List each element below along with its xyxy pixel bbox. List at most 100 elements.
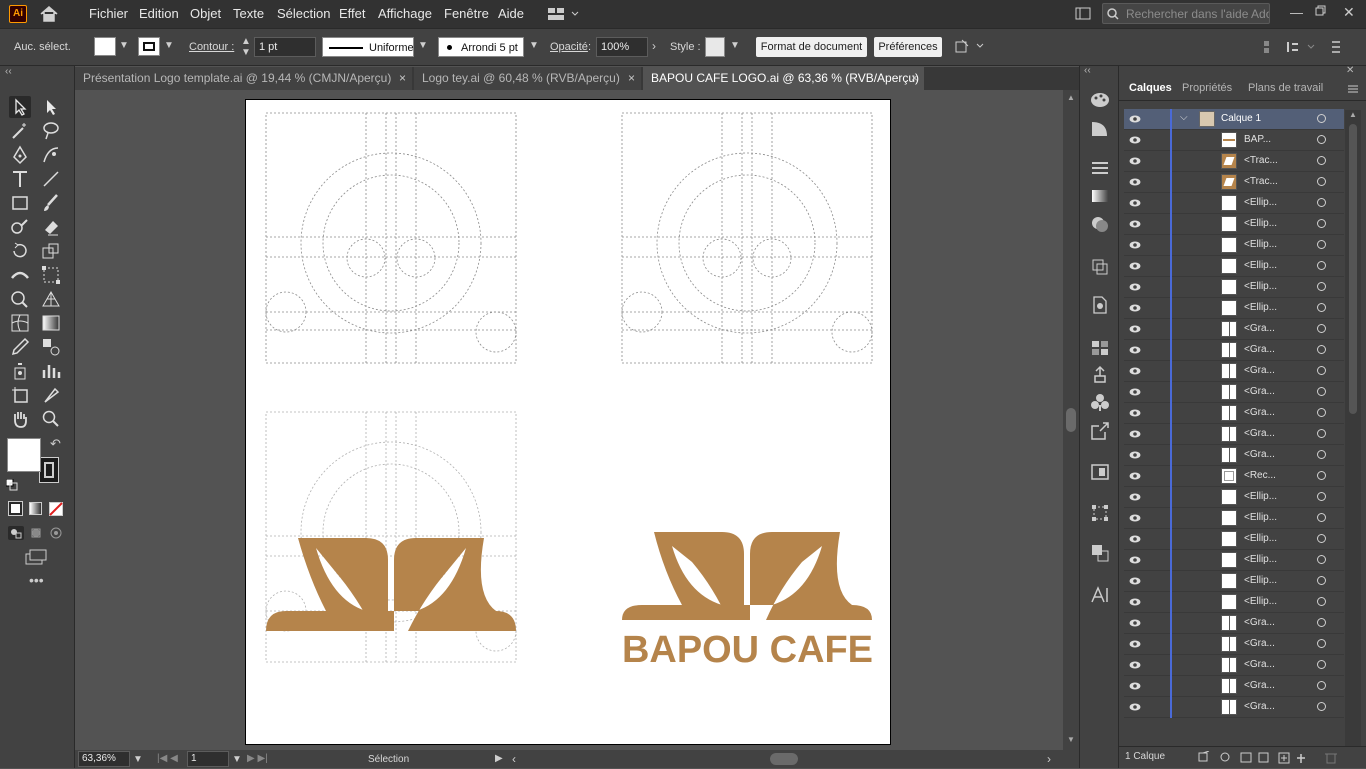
list-item[interactable]: <Ellip... [1124, 550, 1344, 571]
color-guide-icon[interactable] [1089, 118, 1111, 138]
hscroll-right-icon[interactable]: › [1047, 752, 1051, 766]
opacity-arrow-icon[interactable]: › [652, 39, 656, 53]
list-item[interactable]: <Gra... [1124, 655, 1344, 676]
visibility-eye-icon[interactable] [1129, 325, 1141, 333]
target-circle-icon[interactable] [1317, 471, 1326, 480]
hscroll-thumb[interactable] [770, 753, 798, 765]
eyedropper-icon[interactable] [9, 336, 31, 358]
visibility-eye-icon[interactable] [1129, 304, 1141, 312]
draw-behind-icon[interactable] [29, 526, 43, 540]
restore-icon[interactable] [1315, 5, 1327, 17]
layers-scroll-thumb[interactable] [1349, 124, 1357, 414]
screen-mode-icon[interactable] [24, 548, 48, 566]
menu-selection[interactable]: Sélection [277, 6, 330, 21]
column-graph-icon[interactable] [40, 360, 62, 382]
target-circle-icon[interactable] [1317, 282, 1326, 291]
opacity-label[interactable]: Opacité [550, 41, 588, 53]
target-circle-icon[interactable] [1317, 450, 1326, 459]
visibility-eye-icon[interactable] [1129, 367, 1141, 375]
document-setup-button[interactable]: Format de document [756, 37, 867, 57]
visibility-eye-icon[interactable] [1129, 409, 1141, 417]
shaper-tool-icon[interactable] [9, 216, 31, 238]
menu-affichage[interactable]: Affichage [378, 6, 432, 21]
target-circle-icon[interactable] [1317, 114, 1326, 123]
visibility-eye-icon[interactable] [1129, 346, 1141, 354]
zoom-dropdown-icon[interactable]: ▼ [133, 754, 143, 765]
close-tab-icon[interactable]: × [399, 71, 406, 85]
tab-presentation-logo[interactable]: Présentation Logo template.ai @ 19,44 % … [75, 67, 412, 90]
stroke-panel-icon[interactable] [1089, 158, 1111, 178]
brush-dropdown-icon[interactable]: ▼ [529, 40, 539, 51]
visibility-eye-icon[interactable] [1129, 661, 1141, 669]
menu-edition[interactable]: Edition [139, 6, 179, 21]
target-circle-icon[interactable] [1317, 618, 1326, 627]
export-icon[interactable] [1089, 420, 1111, 442]
contour-label[interactable]: Contour : [189, 41, 234, 53]
shape-builder-icon[interactable] [9, 288, 31, 310]
tab-proprietes[interactable]: Propriétés [1182, 82, 1232, 94]
visibility-eye-icon[interactable] [1129, 514, 1141, 522]
pathfinder-icon[interactable] [1089, 542, 1111, 564]
tab-logo-tey[interactable]: Logo tey.ai @ 60,48 % (RVB/Aperçu) × [414, 67, 641, 90]
visibility-eye-icon[interactable] [1129, 136, 1141, 144]
arrange-icon[interactable] [954, 38, 988, 56]
slice-tool-icon[interactable] [40, 384, 62, 406]
collapse-toolbar-icon[interactable]: ‹‹ [5, 66, 12, 77]
target-circle-icon[interactable] [1317, 198, 1326, 207]
gradient-tool-icon[interactable] [40, 312, 62, 334]
pen-tool-icon[interactable] [9, 144, 31, 166]
visibility-eye-icon[interactable] [1129, 283, 1141, 291]
blend-tool-icon[interactable] [40, 336, 62, 358]
visibility-eye-icon[interactable] [1129, 619, 1141, 627]
canvas-vertical-scrollbar[interactable]: ▲ ▼ [1063, 90, 1079, 750]
minimize-icon[interactable]: — [1290, 5, 1303, 20]
transform-panel-icon[interactable] [1089, 502, 1111, 524]
list-item[interactable]: <Ellip... [1124, 571, 1344, 592]
hscroll-left-icon[interactable]: ‹ [512, 752, 516, 766]
list-item[interactable]: <Gra... [1124, 340, 1344, 361]
direct-selection-tool[interactable] [40, 96, 62, 118]
menu-fichier[interactable]: Fichier [89, 6, 128, 21]
visibility-eye-icon[interactable] [1129, 199, 1141, 207]
list-item[interactable]: <Gra... [1124, 403, 1344, 424]
collapse-panels-icon[interactable]: ‹‹ [1084, 65, 1091, 76]
target-circle-icon[interactable] [1317, 681, 1326, 690]
magic-wand-icon[interactable] [9, 120, 31, 142]
appearance-icon[interactable] [1089, 256, 1111, 276]
menu-aide[interactable]: Aide [498, 6, 524, 21]
target-circle-icon[interactable] [1317, 639, 1326, 648]
target-circle-icon[interactable] [1317, 303, 1326, 312]
visibility-eye-icon[interactable] [1129, 556, 1141, 564]
visibility-eye-icon[interactable] [1129, 178, 1141, 186]
tab-calques[interactable]: Calques [1129, 82, 1172, 94]
scroll-down-icon[interactable]: ▼ [1067, 735, 1075, 744]
visibility-eye-icon[interactable] [1129, 493, 1141, 501]
scale-tool-icon[interactable] [40, 240, 62, 262]
list-item[interactable]: <Ellip... [1124, 592, 1344, 613]
list-item[interactable]: <Ellip... [1124, 487, 1344, 508]
target-circle-icon[interactable] [1317, 660, 1326, 669]
draw-normal-icon[interactable] [8, 526, 24, 540]
home-icon[interactable] [38, 4, 60, 24]
transparency-icon[interactable] [1089, 214, 1111, 234]
scroll-thumb[interactable] [1066, 408, 1076, 432]
target-circle-icon[interactable] [1317, 219, 1326, 228]
layers-scrollbar[interactable]: ▲ [1345, 110, 1361, 746]
visibility-eye-icon[interactable] [1129, 577, 1141, 585]
close-tab-icon[interactable]: × [628, 71, 635, 85]
visibility-eye-icon[interactable] [1129, 472, 1141, 480]
fill-color-swatch[interactable] [7, 438, 41, 472]
artboard-number-field[interactable]: 1 [187, 751, 229, 767]
list-item[interactable]: <Ellip... [1124, 277, 1344, 298]
list-item[interactable]: <Gra... [1124, 676, 1344, 697]
gradient-panel-icon[interactable] [1089, 186, 1111, 206]
swap-colors-icon[interactable]: ↶ [50, 436, 61, 452]
visibility-eye-icon[interactable] [1129, 430, 1141, 438]
visibility-eye-icon[interactable] [1129, 220, 1141, 228]
artboard-dropdown-icon[interactable]: ▼ [232, 754, 242, 765]
expand-chevron-icon[interactable]: ⌵ [1180, 112, 1188, 123]
list-item[interactable]: <Ellip... [1124, 193, 1344, 214]
stroke-color-swatch[interactable] [39, 457, 59, 483]
hand-tool-icon[interactable] [9, 408, 31, 430]
list-item[interactable]: <Gra... [1124, 445, 1344, 466]
